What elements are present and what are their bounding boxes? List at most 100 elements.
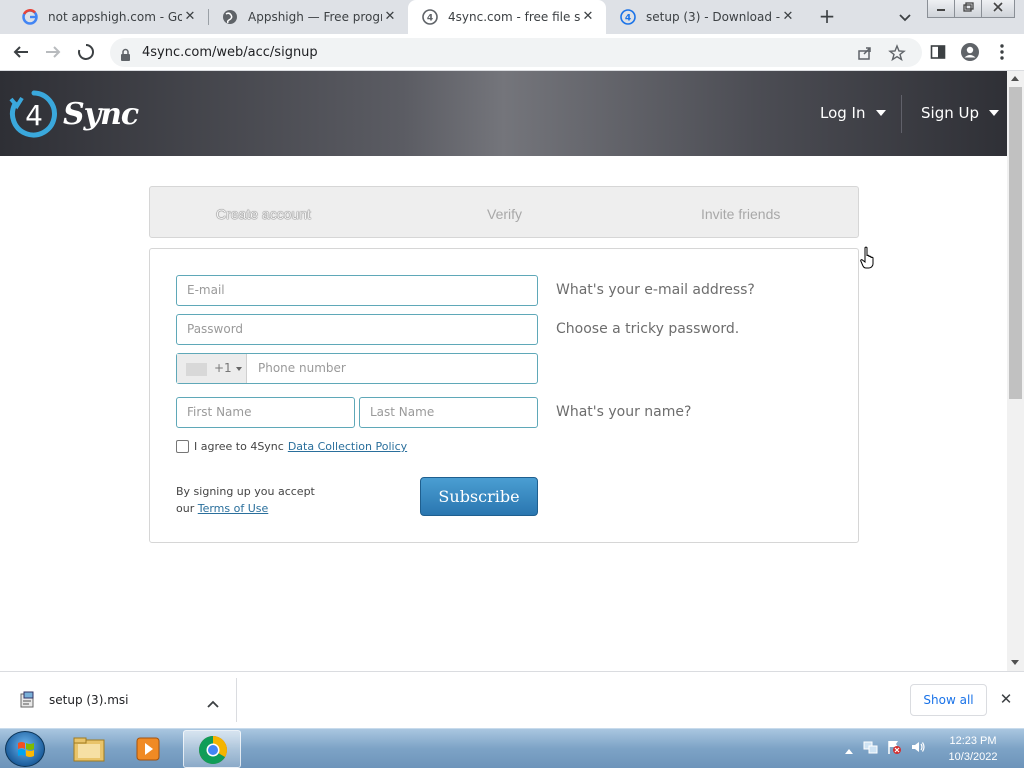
minimize-window-button[interactable] [927, 0, 955, 18]
scroll-down-arrow-icon[interactable] [1011, 660, 1019, 665]
taskbar-chrome[interactable] [183, 730, 241, 768]
action-center-flag-icon[interactable] [886, 739, 902, 759]
downloads-bar: setup (3).msi Show all ✕ [0, 671, 1024, 728]
scroll-up-arrow-icon[interactable] [1011, 76, 1019, 81]
email-field[interactable]: E-mail [176, 275, 538, 306]
folder-icon [73, 737, 105, 762]
browser-tab-strip: not appshigh.com - Goog ✕ Appshigh — Fre… [0, 0, 1024, 34]
tab-title: 4sync.com - free file shar [448, 10, 580, 24]
terms-of-use-link[interactable]: Terms of Use [198, 502, 269, 515]
forward-button[interactable] [41, 40, 65, 64]
taskbar-file-explorer[interactable] [60, 730, 118, 768]
last-name-field[interactable]: Last Name [359, 397, 538, 428]
close-tab-icon[interactable]: ✕ [382, 9, 398, 25]
share-icon[interactable] [856, 44, 874, 62]
loading-spinner-icon[interactable] [74, 40, 98, 64]
svg-text:4: 4 [625, 14, 631, 24]
url-text: 4sync.com/web/acc/signup [142, 45, 318, 60]
password-field[interactable]: Password [176, 314, 538, 345]
logo-digit: 4 [25, 99, 43, 132]
first-name-field[interactable]: First Name [176, 397, 355, 428]
web-page: 4 Sync Log In Sign Up Create account Ver… [0, 71, 1007, 671]
download-file-name: setup (3).msi [49, 693, 129, 707]
country-flag-icon [186, 363, 207, 376]
4sync-logo[interactable]: 4 Sync [9, 89, 139, 139]
caret-down-icon [875, 110, 886, 116]
signup-label: Sign Up [921, 104, 979, 122]
browser-menu-icon[interactable] [990, 40, 1014, 64]
close-tab-icon[interactable]: ✕ [580, 9, 596, 25]
data-collection-policy-link[interactable]: Data Collection Policy [288, 440, 407, 453]
tab-title: setup (3) - Download - 4S [646, 10, 780, 24]
scrollbar-thumb[interactable] [1009, 87, 1022, 399]
windows-taskbar: 12:23 PM 10/3/2022 [0, 728, 1024, 768]
caret-down-icon [236, 367, 242, 371]
4sync-logo-icon: 4 [9, 90, 57, 138]
volume-icon[interactable] [910, 739, 926, 759]
side-panel-icon[interactable] [926, 40, 950, 64]
downloads-divider [236, 678, 237, 722]
site-header: 4 Sync Log In Sign Up [0, 71, 1007, 156]
new-tab-button[interactable]: + [815, 5, 839, 29]
subscribe-button[interactable]: Subscribe [420, 477, 538, 516]
system-tray [844, 729, 926, 769]
chevron-up-icon[interactable] [206, 694, 220, 713]
login-menu[interactable]: Log In [820, 104, 886, 122]
signup-menu[interactable]: Sign Up [921, 104, 999, 122]
close-window-button[interactable] [981, 0, 1015, 18]
tab-search-chevron-icon[interactable] [896, 8, 914, 26]
network-icon[interactable] [862, 739, 878, 759]
close-downloads-icon[interactable]: ✕ [998, 691, 1014, 707]
step-create-account: Create account [216, 206, 311, 222]
tab-google-search[interactable]: not appshigh.com - Goog ✕ [8, 0, 208, 34]
show-all-button[interactable]: Show all [910, 684, 987, 716]
windows-logo-icon [18, 742, 34, 757]
tab-setup-download[interactable]: 4 setup (3) - Download - 4S ✕ [606, 0, 806, 34]
download-item[interactable]: setup (3).msi [18, 690, 128, 710]
tab-appshigh[interactable]: Appshigh — Free prograi ✕ [208, 0, 408, 34]
clock-time: 12:23 PM [949, 735, 997, 747]
show-hidden-icons-icon[interactable] [844, 740, 854, 759]
tab-title: not appshigh.com - Goog [48, 10, 182, 24]
bookmark-star-icon[interactable] [888, 44, 906, 62]
step-verify: Verify [487, 206, 523, 222]
login-label: Log In [820, 104, 866, 122]
signup-form: E-mail What's your e-mail address? Passw… [149, 248, 859, 543]
tab-title: Appshigh — Free prograi [248, 10, 382, 24]
terms-line-1: By signing up you accept [176, 485, 315, 498]
phone-number-input[interactable]: Phone number [258, 354, 346, 383]
logo-wordmark: Sync [63, 96, 139, 132]
browser-toolbar: 4sync.com/web/acc/signup [0, 34, 1024, 71]
page-scrollbar[interactable] [1007, 71, 1024, 671]
agree-text: I agree to 4Sync [194, 440, 284, 453]
media-player-icon [136, 737, 160, 761]
restore-window-button[interactable] [954, 0, 982, 18]
email-hint: What's your e-mail address? [556, 282, 755, 298]
address-bar[interactable]: 4sync.com/web/acc/signup [110, 38, 922, 67]
google-icon [22, 9, 38, 25]
country-code-select[interactable]: +1 [177, 354, 247, 383]
close-tab-icon[interactable]: ✕ [182, 9, 198, 25]
taskbar-clock[interactable]: 12:23 PM 10/3/2022 [938, 733, 1008, 765]
4sync-icon: 4 [620, 9, 636, 25]
signup-steps: Create account Verify Invite friends [149, 186, 859, 238]
tab-4sync-signup[interactable]: 4 4sync.com - free file shar ✕ [408, 0, 606, 34]
hand-cursor-icon [860, 246, 876, 274]
caret-down-icon [989, 110, 999, 116]
clock-date: 10/3/2022 [948, 751, 998, 763]
profile-avatar-icon[interactable] [958, 40, 982, 64]
start-button[interactable] [5, 731, 45, 767]
svg-text:4: 4 [427, 14, 433, 24]
terms-notice: By signing up you accept our Terms of Us… [176, 483, 315, 517]
msi-file-icon [20, 691, 34, 708]
back-button[interactable] [9, 40, 33, 64]
name-hint: What's your name? [556, 404, 692, 420]
taskbar-media-player[interactable] [121, 730, 179, 768]
close-tab-icon[interactable]: ✕ [780, 9, 796, 25]
lock-icon[interactable] [120, 46, 131, 65]
globe-icon [222, 9, 238, 25]
terms-line-2: our [176, 502, 195, 515]
agree-row: I agree to 4Sync Data Collection Policy [176, 440, 407, 453]
phone-field: +1 Phone number [176, 353, 538, 384]
agree-checkbox[interactable] [176, 440, 189, 453]
